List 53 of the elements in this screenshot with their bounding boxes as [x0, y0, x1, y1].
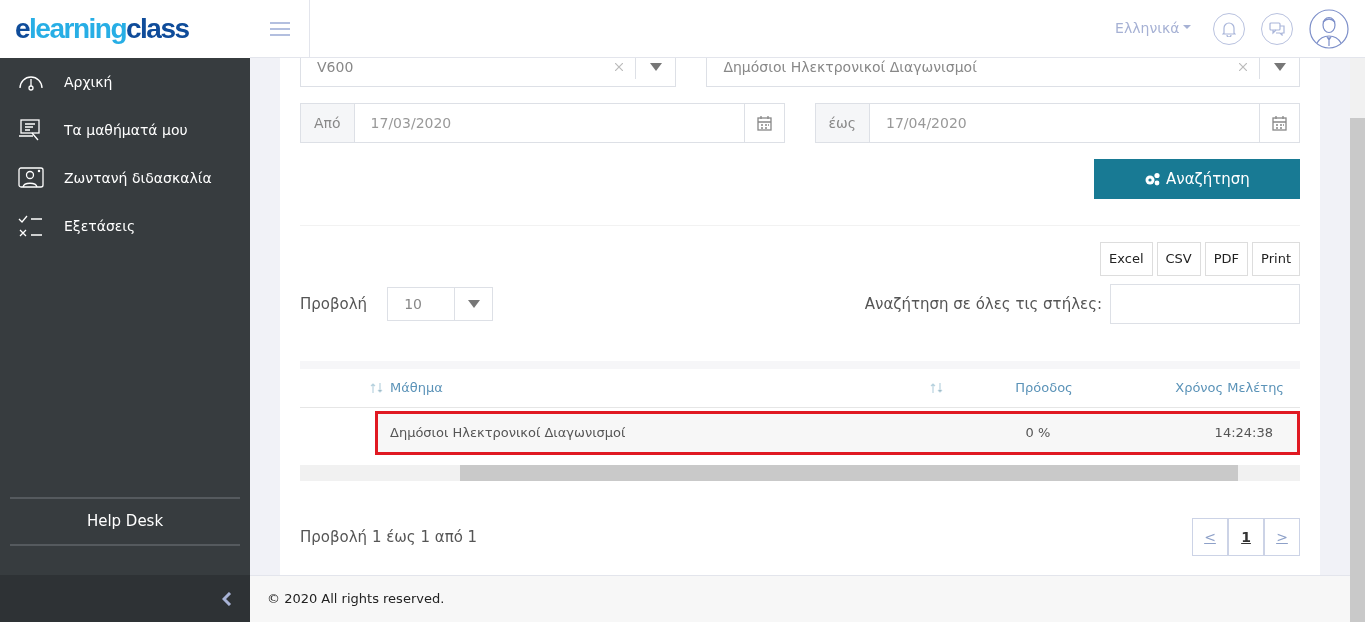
sidebar-item[interactable]: Εξετάσεις	[0, 202, 250, 250]
vertical-scrollbar[interactable]	[1350, 58, 1365, 622]
export-button[interactable]: CSV	[1156, 242, 1201, 276]
sort-icon	[930, 383, 944, 393]
calendar-icon	[1272, 115, 1287, 131]
select-field[interactable]: V600	[300, 58, 677, 87]
user-avatar[interactable]	[1309, 8, 1349, 49]
dropdown-caret-icon	[467, 300, 480, 308]
chat-button[interactable]	[1261, 12, 1293, 45]
table-info-text: Προβολή 1 έως 1 από 1	[300, 526, 478, 548]
gears-icon	[1144, 172, 1162, 187]
horizontal-scrollbar[interactable]	[300, 465, 1300, 481]
search-button[interactable]: Αναζήτηση	[1094, 159, 1300, 199]
sidebar-item[interactable]: Τα μαθήματά μου	[0, 106, 250, 154]
help-desk-link[interactable]: Help Desk	[86, 510, 164, 533]
column-header[interactable]: Μάθημα	[390, 378, 930, 398]
sidebar-item[interactable]: Ζωντανή διδασκαλία	[0, 154, 250, 202]
next-page-button[interactable]: >	[1264, 518, 1300, 556]
table-cell-text: 0 %	[1024, 424, 1052, 443]
column-header[interactable]: Χρόνος Μελέτης	[1094, 378, 1300, 398]
field-label: Από	[301, 104, 355, 142]
brand-logo[interactable]: elearningclass	[0, 0, 250, 58]
menu-icon[interactable]	[269, 20, 290, 37]
clear-icon[interactable]	[1239, 63, 1247, 71]
search-label: Αναζήτηση σε όλες τις στήλες:	[864, 293, 1102, 315]
column-header[interactable]: Πρόοδος	[994, 378, 1094, 398]
table-cell-text: 14:24:38	[1213, 424, 1274, 443]
date-field[interactable]: Από 17/03/2020	[300, 103, 785, 143]
export-button[interactable]: Print	[1252, 242, 1300, 276]
checklist-icon	[18, 214, 44, 238]
field-label: έως	[815, 104, 871, 142]
select-field[interactable]: Δημόσιοι Ηλεκτρονικοί Διαγωνισμοί	[706, 58, 1300, 87]
sidebar-item[interactable]: Αρχική	[0, 58, 250, 106]
sort-icon	[370, 383, 384, 393]
previous-page-button[interactable]: <	[1192, 518, 1228, 556]
length-label: Προβολή	[300, 293, 368, 315]
search-input-field[interactable]	[1110, 284, 1300, 324]
export-button[interactable]: PDF	[1204, 242, 1249, 276]
clear-icon[interactable]	[615, 63, 624, 71]
export-button[interactable]: Excel	[1100, 242, 1153, 276]
date-field[interactable]: έως 17/04/2020	[814, 103, 1300, 143]
notification-bell-button[interactable]	[1213, 12, 1245, 45]
calendar-icon	[756, 115, 772, 131]
dropdown-caret-icon	[649, 63, 662, 71]
table-cell-text: Δημόσιοι Ηλεκτρονικοί Διαγωνισμοί	[389, 424, 627, 443]
copyright-text: © 2020 All rights reserved.	[267, 590, 445, 609]
collapse-chevron-icon[interactable]	[222, 591, 232, 606]
dropdown-caret-icon	[1273, 63, 1286, 71]
person-frame-icon	[18, 167, 44, 189]
page-button[interactable]: 1	[1228, 518, 1264, 556]
bell-icon	[1222, 20, 1236, 37]
page-length-select[interactable]: 10	[387, 287, 494, 321]
chat-bubbles-icon	[1269, 21, 1285, 36]
